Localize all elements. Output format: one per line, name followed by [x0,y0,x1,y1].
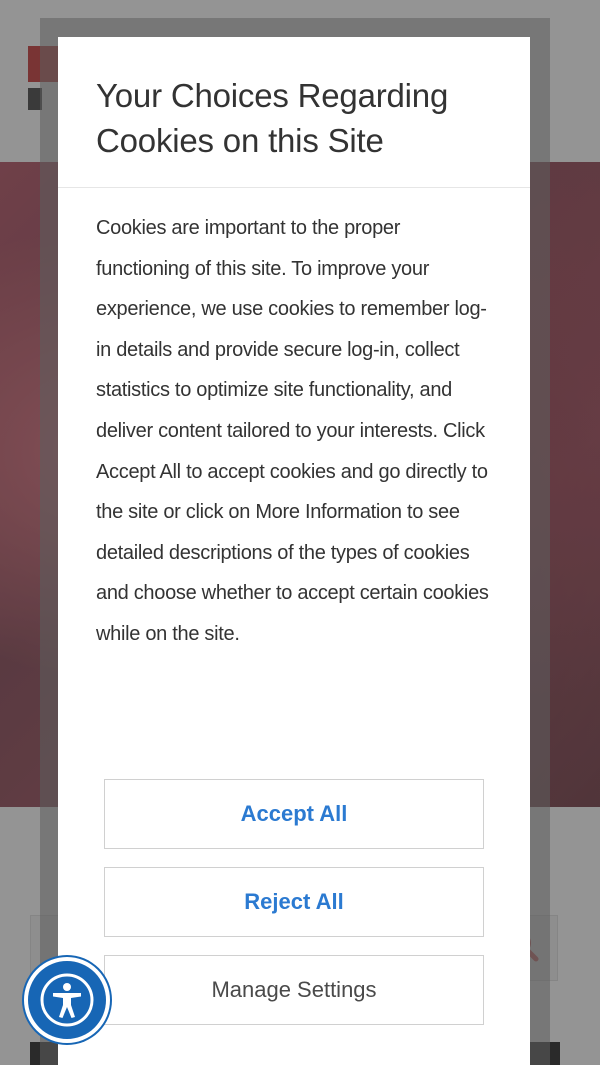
dialog-header: Your Choices Regarding Cookies on this S… [58,37,530,188]
dialog-title: Your Choices Regarding Cookies on this S… [96,77,449,159]
accept-all-button[interactable]: Accept All [104,779,484,849]
accessibility-icon [40,973,94,1027]
accessibility-button[interactable] [24,957,110,1043]
dialog-body: Cookies are important to the proper func… [58,188,530,655]
dialog-description: Cookies are important to the proper func… [96,217,489,645]
reject-all-button[interactable]: Reject All [104,867,484,937]
page: Your Choices Regarding Cookies on this S… [0,0,600,1065]
manage-settings-button[interactable]: Manage Settings [104,955,484,1025]
cookie-consent-dialog: Your Choices Regarding Cookies on this S… [58,37,530,1065]
dialog-actions: Accept All Reject All Manage Settings [104,779,484,1043]
